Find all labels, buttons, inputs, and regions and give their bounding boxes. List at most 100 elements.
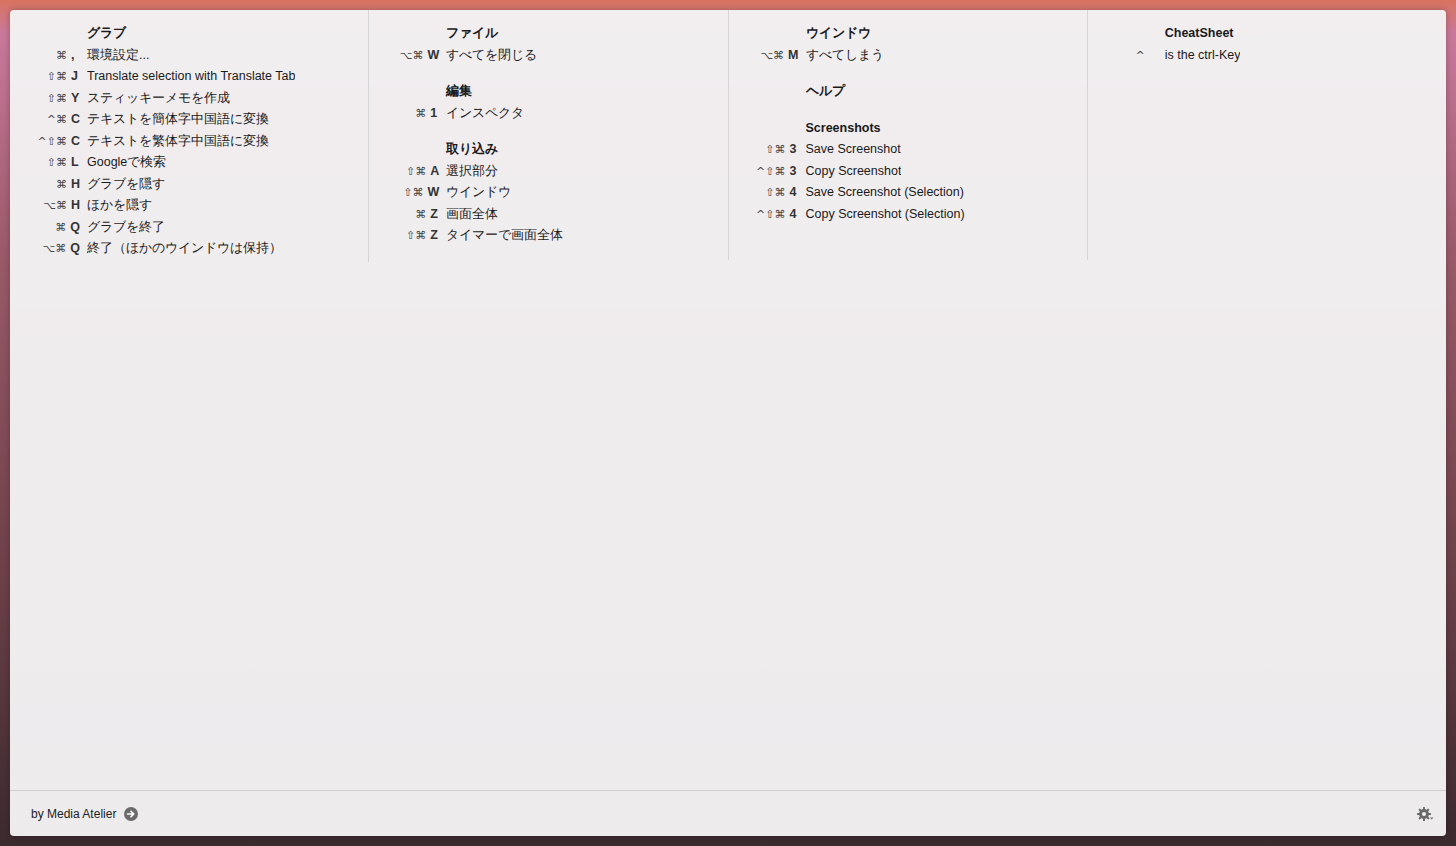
shortcut-label[interactable]: Save Screenshot (799, 139, 901, 161)
key-char: Z (430, 225, 439, 247)
shortcut-label[interactable]: Copy Screenshot (Selection) (799, 204, 965, 226)
section-title: グラブ (10, 23, 360, 45)
modifier-keys: ⌘ (55, 217, 66, 239)
modifier-keys: ⌥⌘ (760, 45, 784, 67)
modifier-keys: ⌘ (56, 174, 67, 196)
shortcut-label[interactable]: タイマーで画面全体 (439, 225, 563, 247)
shortcut-label[interactable]: スティッキーメモを作成 (80, 88, 230, 110)
settings-button[interactable] (1416, 805, 1434, 823)
shortcut-row[interactable]: ⇧⌘LGoogleで検索 (10, 152, 360, 174)
key-char: W (427, 182, 439, 204)
shortcut-label[interactable]: グラブを終了 (80, 217, 165, 239)
gear-icon[interactable] (1416, 805, 1434, 823)
shortcut-row[interactable]: ^⇧⌘4Copy Screenshot (Selection) (729, 204, 1079, 226)
shortcut-keys: ^⌘C (10, 109, 80, 131)
shortcut-label[interactable]: Translate selection with Translate Tab (80, 66, 295, 88)
shortcut-row[interactable]: ⌘1インスペクタ (369, 103, 719, 125)
shortcut-row[interactable]: ^⇧⌘3Copy Screenshot (729, 161, 1079, 183)
menu-section: ファイル⌥⌘Wすべてを閉じる (369, 23, 719, 66)
footer-bar: by Media Atelier (10, 790, 1446, 836)
shortcut-keys: ^⇧⌘C (10, 131, 80, 153)
modifier-keys: ⇧⌘ (47, 152, 67, 174)
modifier-keys: ^⇧⌘ (756, 204, 785, 226)
modifier-keys: ⇧⌘ (403, 182, 423, 204)
credit-link[interactable]: by Media Atelier (31, 805, 138, 823)
arrow-circle-icon[interactable] (124, 807, 138, 821)
modifier-keys: ⌘ (415, 103, 426, 125)
shortcut-row[interactable]: ^⌘Cテキストを簡体字中国語に変換 (10, 109, 360, 131)
key-char: Q (70, 217, 80, 239)
shortcut-label[interactable]: Save Screenshot (Selection) (799, 182, 964, 204)
shortcut-column: グラブ⌘,環境設定...⇧⌘JTranslate selection with … (10, 10, 368, 275)
shortcut-label[interactable]: グラブを隠す (80, 174, 165, 196)
shortcut-label[interactable]: 画面全体 (439, 204, 498, 226)
shortcut-keys: ⌘, (10, 45, 80, 67)
shortcut-label[interactable]: テキストを簡体字中国語に変換 (80, 109, 269, 131)
shortcut-row[interactable]: ⇧⌘A選択部分 (369, 161, 719, 183)
menu-section: CheatSheet^is the ctrl-Key (1088, 23, 1438, 66)
shortcut-row[interactable]: ⇧⌘Zタイマーで画面全体 (369, 225, 719, 247)
shortcut-row[interactable]: ⇧⌘4Save Screenshot (Selection) (729, 182, 1079, 204)
shortcut-label[interactable]: is the ctrl-Key (1158, 45, 1241, 67)
key-char: L (71, 152, 80, 174)
key-char: Q (70, 238, 80, 260)
key-char: C (71, 131, 80, 153)
shortcut-label[interactable]: ウインドウ (439, 182, 511, 204)
key-char: M (788, 45, 798, 67)
shortcut-row[interactable]: ^is the ctrl-Key (1088, 45, 1438, 67)
shortcut-row[interactable]: ⌘Hグラブを隠す (10, 174, 360, 196)
key-char: 4 (790, 182, 799, 204)
shortcut-label[interactable]: ほかを隠す (80, 195, 152, 217)
shortcut-keys: ⇧⌘Z (369, 225, 439, 247)
key-char: 3 (790, 139, 799, 161)
shortcut-keys: ⌥⌘W (369, 45, 439, 67)
shortcut-row[interactable]: ⌘Z画面全体 (369, 204, 719, 226)
shortcut-label[interactable]: 環境設定... (80, 45, 149, 67)
shortcut-label[interactable]: すべてを閉じる (439, 45, 537, 67)
menu-section: 取り込み⇧⌘A選択部分⇧⌘Wウインドウ⌘Z画面全体⇧⌘Zタイマーで画面全体 (369, 139, 719, 247)
shortcut-keys: ⇧⌘L (10, 152, 80, 174)
modifier-keys: ^⇧⌘ (756, 161, 785, 183)
section-title: ヘルプ (729, 81, 1079, 103)
shortcut-row[interactable]: ⇧⌘Yスティッキーメモを作成 (10, 88, 360, 110)
key-char: C (71, 109, 80, 131)
key-char: H (71, 195, 80, 217)
shortcut-columns: グラブ⌘,環境設定...⇧⌘JTranslate selection with … (10, 10, 1446, 790)
modifier-keys: ^⇧⌘ (38, 131, 67, 153)
shortcut-label[interactable]: テキストを繁体字中国語に変換 (80, 131, 269, 153)
shortcut-row[interactable]: ⇧⌘Wウインドウ (369, 182, 719, 204)
section-title: 取り込み (369, 139, 719, 161)
shortcut-row[interactable]: ⌘Qグラブを終了 (10, 217, 360, 239)
shortcut-label[interactable]: 選択部分 (439, 161, 498, 183)
modifier-keys: ⌥⌘ (400, 45, 424, 67)
shortcut-row[interactable]: ⌥⌘Wすべてを閉じる (369, 45, 719, 67)
shortcut-row[interactable]: ⌘,環境設定... (10, 45, 360, 67)
key-char: 3 (790, 161, 799, 183)
shortcut-row[interactable]: ⌥⌘Mすべてしまう (729, 45, 1079, 67)
shortcut-keys: ⌥⌘M (729, 45, 799, 67)
modifier-keys: ⌥⌘ (43, 195, 67, 217)
shortcut-row[interactable]: ⇧⌘JTranslate selection with Translate Ta… (10, 66, 360, 88)
shortcut-row[interactable]: ⌥⌘Q終了（ほかのウインドウは保持） (10, 238, 360, 260)
modifier-keys: ⌘ (415, 204, 426, 226)
shortcut-label[interactable]: すべてしまう (799, 45, 884, 67)
shortcut-column: CheatSheet^is the ctrl-Key (1087, 10, 1446, 260)
modifier-keys: ⇧⌘ (47, 88, 67, 110)
shortcut-row[interactable]: ⇧⌘3Save Screenshot (729, 139, 1079, 161)
cheatsheet-panel: グラブ⌘,環境設定...⇧⌘JTranslate selection with … (10, 10, 1446, 836)
shortcut-row[interactable]: ⌥⌘Hほかを隠す (10, 195, 360, 217)
shortcut-row[interactable]: ^⇧⌘Cテキストを繁体字中国語に変換 (10, 131, 360, 153)
section-title: Screenshots (729, 118, 1079, 140)
shortcut-label[interactable]: インスペクタ (439, 103, 524, 125)
shortcut-label[interactable]: Copy Screenshot (799, 161, 902, 183)
modifier-keys: ⌥⌘ (43, 238, 67, 260)
shortcut-keys: ⇧⌘4 (729, 182, 799, 204)
shortcut-column: ファイル⌥⌘Wすべてを閉じる編集⌘1インスペクタ取り込み⇧⌘A選択部分⇧⌘Wウイ… (368, 10, 727, 262)
key-char: Z (430, 204, 439, 226)
credit-text[interactable]: by Media Atelier (31, 805, 116, 823)
shortcut-label[interactable]: Googleで検索 (80, 152, 166, 174)
modifier-keys: ⇧⌘ (406, 161, 426, 183)
shortcut-label[interactable]: 終了（ほかのウインドウは保持） (80, 238, 282, 260)
shortcut-keys: ⇧⌘A (369, 161, 439, 183)
shortcut-column: ウインドウ⌥⌘MすべてしまうヘルプScreenshots⇧⌘3Save Scre… (728, 10, 1087, 260)
